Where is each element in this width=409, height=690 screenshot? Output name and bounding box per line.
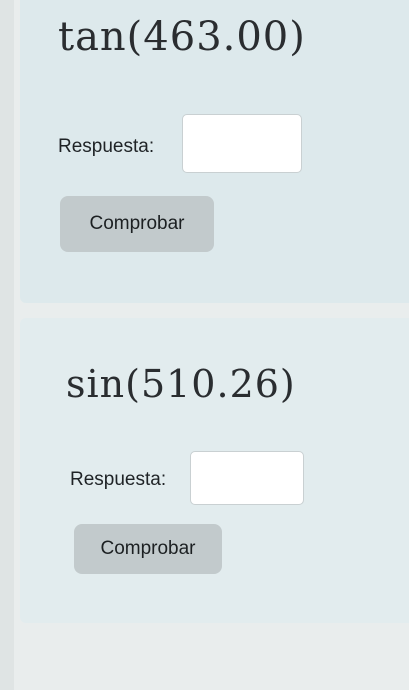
check-button[interactable]: Comprobar bbox=[60, 196, 214, 252]
page-margin bbox=[0, 0, 14, 690]
answer-input[interactable] bbox=[190, 451, 304, 505]
answer-input[interactable] bbox=[182, 114, 302, 173]
check-button[interactable]: Comprobar bbox=[74, 524, 222, 574]
answer-label: Respuesta: bbox=[70, 469, 167, 490]
answer-label: Respuesta: bbox=[58, 136, 155, 157]
problem-expression: sin(510.26) bbox=[66, 362, 296, 406]
problem-expression: tan(463.00) bbox=[58, 14, 306, 60]
